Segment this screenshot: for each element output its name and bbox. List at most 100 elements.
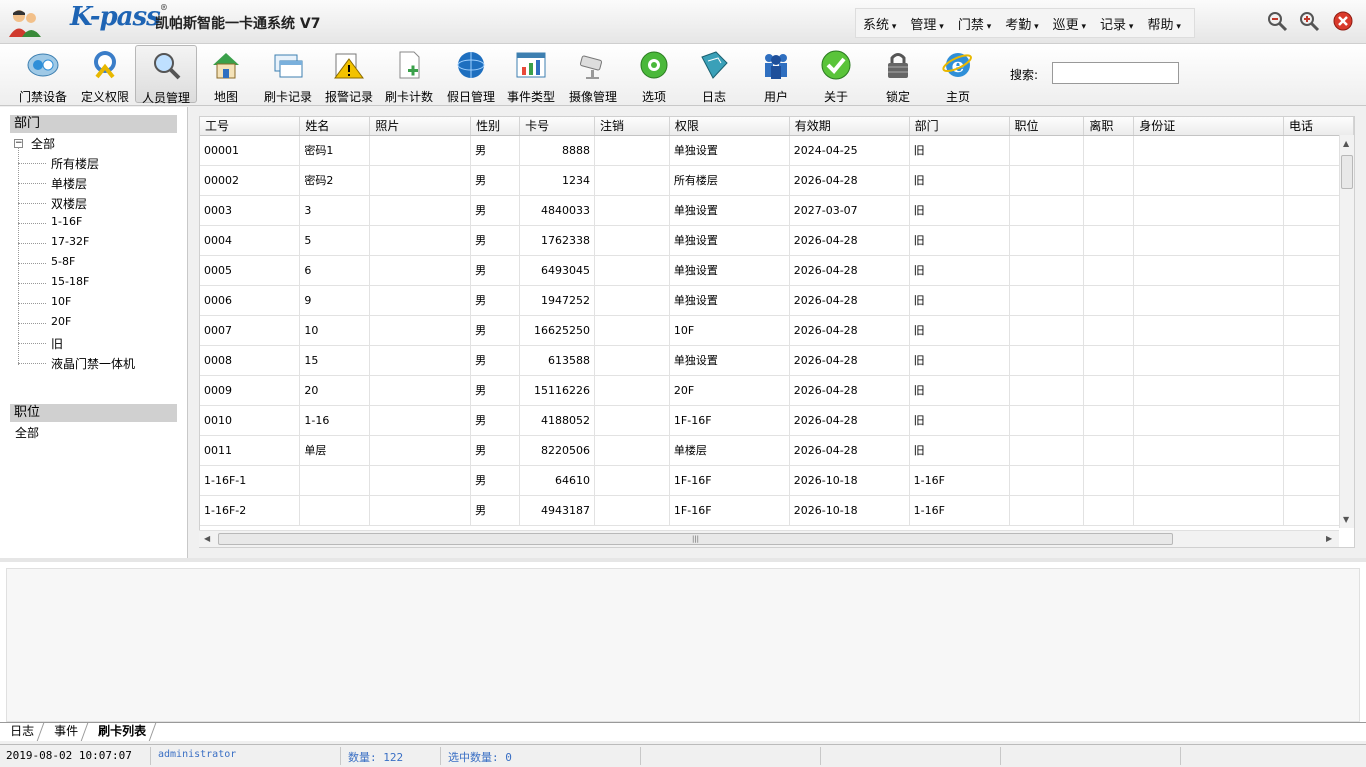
- toolbar-button[interactable]: 刷卡计数: [378, 45, 440, 104]
- menu-item[interactable]: 帮助: [1140, 14, 1187, 33]
- vertical-scroll-thumb[interactable]: [1341, 155, 1353, 189]
- department-item[interactable]: 旧: [17, 335, 63, 352]
- department-item[interactable]: 5-8F: [17, 255, 75, 268]
- menu-bar: 系统管理门禁考勤巡更记录帮助: [855, 8, 1195, 38]
- search-input[interactable]: [1052, 62, 1179, 84]
- options-gear-icon: [638, 49, 670, 81]
- tab-log[interactable]: 日志: [0, 723, 45, 741]
- table-cell: [1133, 255, 1285, 286]
- table-row[interactable]: 1-16F-1 男 64610 1F-16F 2026-10-18 1-16F: [200, 465, 1354, 496]
- column-header[interactable]: 有效期: [789, 117, 910, 136]
- horizontal-scrollbar[interactable]: ◀ ||| ▶: [199, 530, 1339, 547]
- table-cell: 男: [470, 375, 521, 406]
- toolbar-button[interactable]: 假日管理: [440, 45, 502, 104]
- position-item-all[interactable]: 全部: [15, 424, 39, 441]
- table-row[interactable]: 0003 3 男 4840033 单独设置 2027-03-07 旧: [200, 195, 1354, 226]
- toolbar-button[interactable]: 日志: [682, 45, 746, 104]
- table-row[interactable]: 00002 密码2 男 1234 所有楼层 2026-04-28 旧: [200, 165, 1354, 196]
- menu-item[interactable]: 系统: [856, 14, 903, 33]
- column-header[interactable]: 身份证: [1133, 117, 1285, 136]
- table-cell: [1083, 345, 1135, 376]
- department-item[interactable]: 17-32F: [17, 235, 89, 248]
- toolbar-button[interactable]: 关于: [804, 45, 868, 104]
- department-item[interactable]: 单楼层: [17, 175, 87, 192]
- table-cell: 16625250: [519, 315, 596, 346]
- toolbar-button[interactable]: 锁定: [866, 45, 930, 104]
- toolbar-button[interactable]: 事件类型: [500, 45, 562, 104]
- toolbar: 搜索: 门禁设备 定义权限 人员管理 地图 刷卡记录 报警记录 刷卡计数 假日管理 事件类型 摄像…: [0, 44, 1366, 106]
- toolbar-button[interactable]: 门禁设备: [14, 45, 72, 104]
- table-cell: 9: [299, 285, 371, 316]
- toolbar-button[interactable]: 地图: [199, 45, 253, 104]
- tab-card-list[interactable]: 刷卡列表: [88, 723, 157, 741]
- table-cell: 旧: [909, 405, 1010, 436]
- table-cell: [369, 255, 472, 286]
- toolbar-button[interactable]: 选项: [622, 45, 686, 104]
- column-header[interactable]: 注销: [594, 117, 670, 136]
- department-item[interactable]: 1-16F: [17, 215, 82, 228]
- tab-events[interactable]: 事件: [44, 723, 89, 741]
- zoom-out-icon[interactable]: [1266, 10, 1288, 32]
- table-cell: 5: [299, 225, 371, 256]
- search-label: 搜索:: [1010, 68, 1039, 82]
- table-cell: 1F-16F: [669, 405, 790, 436]
- vertical-scrollbar[interactable]: ▲ ▼: [1339, 135, 1354, 528]
- scroll-up-icon[interactable]: ▲: [1343, 139, 1349, 148]
- horizontal-scroll-thumb[interactable]: |||: [218, 533, 1173, 545]
- toolbar-button[interactable]: e 主页: [926, 45, 990, 104]
- department-item[interactable]: 液晶门禁一体机: [17, 355, 135, 372]
- menu-item[interactable]: 门禁: [951, 14, 998, 33]
- table-cell: 20: [299, 375, 371, 406]
- column-header[interactable]: 职位: [1009, 117, 1085, 136]
- toolbar-button[interactable]: 人员管理: [135, 45, 197, 105]
- table-cell: 单独设置: [669, 345, 790, 376]
- toolbar-button[interactable]: 摄像管理: [562, 45, 624, 104]
- column-header[interactable]: 离职: [1083, 117, 1135, 136]
- menu-item[interactable]: 考勤: [998, 14, 1045, 33]
- menu-item[interactable]: 记录: [1093, 14, 1140, 33]
- menu-item[interactable]: 巡更: [1046, 14, 1093, 33]
- table-cell: 15116226: [519, 375, 596, 406]
- table-row[interactable]: 0006 9 男 1947252 单独设置 2026-04-28 旧: [200, 285, 1354, 316]
- table-row[interactable]: 0005 6 男 6493045 单独设置 2026-04-28 旧: [200, 255, 1354, 286]
- title-bar: K-pass® 凯帕斯智能一卡通系统 V7 系统管理门禁考勤巡更记录帮助: [0, 0, 1366, 44]
- scroll-right-icon[interactable]: ▶: [1326, 534, 1332, 543]
- table-cell: 10: [299, 315, 371, 346]
- table-cell: 6493045: [519, 255, 596, 286]
- zoom-in-icon[interactable]: [1298, 10, 1320, 32]
- department-item[interactable]: 15-18F: [17, 275, 89, 288]
- column-header[interactable]: 权限: [669, 117, 790, 136]
- card-record-icon: [272, 49, 304, 81]
- table-row[interactable]: 1-16F-2 男 4943187 1F-16F 2026-10-18 1-16F: [200, 495, 1354, 526]
- column-header[interactable]: 卡号: [519, 117, 596, 136]
- table-row[interactable]: 00001 密码1 男 8888 单独设置 2024-04-25 旧: [200, 135, 1354, 166]
- toolbar-button[interactable]: 刷卡记录: [256, 45, 320, 104]
- scroll-left-icon[interactable]: ◀: [204, 534, 210, 543]
- department-item[interactable]: 所有楼层: [17, 155, 99, 172]
- column-header[interactable]: 性别: [470, 117, 521, 136]
- column-header[interactable]: 工号: [200, 117, 301, 136]
- toolbar-button[interactable]: 定义权限: [76, 45, 134, 104]
- table-cell: [1009, 405, 1085, 436]
- table-cell: [1083, 465, 1135, 496]
- menu-item[interactable]: 管理: [903, 14, 950, 33]
- scroll-down-icon[interactable]: ▼: [1343, 515, 1349, 524]
- department-item[interactable]: 10F: [17, 295, 71, 308]
- table-row[interactable]: 0011 单层 男 8220506 单楼层 2026-04-28 旧: [200, 435, 1354, 466]
- column-header[interactable]: 姓名: [299, 117, 371, 136]
- department-item[interactable]: 双楼层: [17, 195, 87, 212]
- table-row[interactable]: 0007 10 男 16625250 10F 2026-04-28 旧: [200, 315, 1354, 346]
- table-cell: 2024-04-25: [789, 135, 910, 166]
- column-header[interactable]: 照片: [369, 117, 472, 136]
- table-row[interactable]: 0004 5 男 1762338 单独设置 2026-04-28 旧: [200, 225, 1354, 256]
- department-item[interactable]: 20F: [17, 315, 71, 328]
- table-cell: 1-16: [299, 405, 371, 436]
- table-row[interactable]: 0010 1-16 男 4188052 1F-16F 2026-04-28 旧: [200, 405, 1354, 436]
- toolbar-button[interactable]: 报警记录: [318, 45, 380, 104]
- table-row[interactable]: 0009 20 男 15116226 20F 2026-04-28 旧: [200, 375, 1354, 406]
- close-icon[interactable]: [1332, 10, 1354, 32]
- table-row[interactable]: 0008 15 男 613588 单独设置 2026-04-28 旧: [200, 345, 1354, 376]
- column-header[interactable]: 电话: [1283, 117, 1354, 136]
- column-header[interactable]: 部门: [909, 117, 1010, 136]
- toolbar-button[interactable]: 用户: [744, 45, 808, 104]
